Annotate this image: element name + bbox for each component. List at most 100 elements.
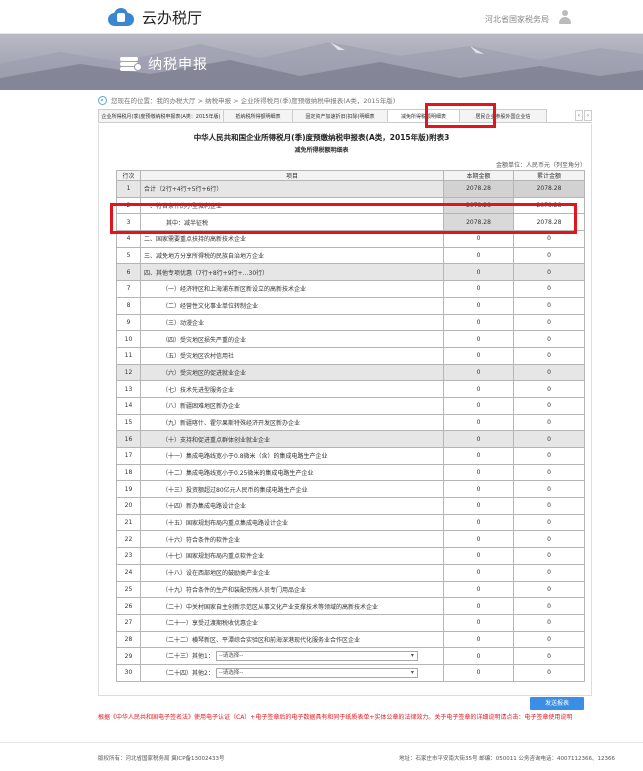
total-amount-cell[interactable]: 0 [513, 396, 585, 415]
row-item: （十二）集成电路线宽小于0.25微米的集成电路生产企业 [140, 463, 444, 482]
e-signature-notice: 根据《中华人民共和国电子签名法》使用电子认证（CA）+电子签章后的电子数据具有和… [98, 714, 573, 721]
row-item: （八）新疆困难地区新办企业 [140, 396, 444, 415]
breadcrumb: 您现在的位置：我的办税大厅 > 纳税申报 > 企业所得税月(季)度预缴纳税申报表… [98, 95, 395, 105]
total-amount-cell[interactable]: 0 [513, 296, 585, 315]
user-icon[interactable] [557, 9, 573, 25]
current-amount-cell[interactable]: 0 [443, 296, 514, 315]
total-amount-cell[interactable]: 0 [513, 647, 585, 665]
current-amount-cell[interactable]: 0 [443, 263, 514, 282]
total-amount-cell[interactable]: 0 [513, 263, 585, 282]
other-type-select[interactable]: --请选择-- [215, 651, 418, 662]
current-amount-cell[interactable]: 0 [443, 597, 514, 615]
current-amount-cell[interactable]: 0 [443, 663, 514, 682]
current-amount-cell[interactable]: 0 [443, 280, 514, 298]
current-amount-cell[interactable]: 0 [443, 513, 514, 532]
row-item-label: （十三）投资额超过80亿元人民币的集成电路生产企业 [162, 486, 308, 494]
current-amount-cell[interactable]: 0 [443, 380, 514, 398]
table-row: 13 （七）技术先进型服务企业 0 0 [116, 380, 585, 398]
total-amount-cell[interactable]: 0 [513, 463, 585, 482]
coin-stack-icon [120, 56, 142, 72]
table-row: 15 （九）新疆喀什、霍尔果斯特殊经济开发区新办企业 0 0 [116, 413, 585, 432]
total-amount-cell[interactable]: 0 [513, 480, 585, 499]
total-amount-cell[interactable]: 0 [513, 430, 585, 448]
total-amount-cell[interactable]: 0 [513, 597, 585, 615]
tab-next-icon[interactable]: › [584, 110, 592, 121]
row-item-label: （七）技术先进型服务企业 [162, 386, 235, 394]
total-amount-cell[interactable]: 0 [513, 363, 585, 382]
current-amount-cell[interactable]: 0 [443, 246, 514, 265]
table-row: 18 （十二）集成电路线宽小于0.25微米的集成电路生产企业 0 0 [116, 463, 585, 482]
current-amount-cell[interactable]: 0 [443, 463, 514, 482]
total-amount-cell[interactable]: 0 [513, 563, 585, 582]
total-amount-cell[interactable]: 0 [513, 246, 585, 265]
footer: 版权所有：河北省国家税务局 冀ICP备13002433号 地址：石家庄市平安南大… [0, 742, 643, 771]
current-amount-cell[interactable]: 0 [443, 563, 514, 582]
tab-scroll-controls: ‹ › [575, 110, 592, 121]
send-report-button[interactable]: 发送报表 [530, 697, 584, 710]
row-item: （十六）符合条件的软件企业 [140, 530, 444, 549]
current-amount-cell[interactable]: 0 [443, 346, 514, 365]
total-amount-cell[interactable]: 0 [513, 547, 585, 565]
current-amount-cell[interactable]: 0 [443, 396, 514, 415]
mountain-background-icon [0, 42, 643, 90]
banner: 纳税申报 [0, 34, 643, 90]
total-amount-cell[interactable]: 0 [513, 497, 585, 515]
current-amount-cell[interactable]: 0 [443, 330, 514, 348]
current-amount-cell[interactable]: 0 [443, 547, 514, 565]
row-item-label: （三）动漫企业 [162, 319, 205, 327]
total-amount-cell[interactable]: 0 [513, 346, 585, 365]
current-amount-cell[interactable]: 0 [443, 630, 514, 649]
total-amount-cell[interactable]: 0 [513, 280, 585, 298]
row-number: 1 [116, 180, 141, 198]
row-item: （十三）投资额超过80亿元人民币的集成电路生产企业 [140, 480, 444, 499]
total-amount-cell[interactable]: 0 [513, 413, 585, 432]
total-amount-cell[interactable]: 0 [513, 513, 585, 532]
currency-unit: 金额单位：人民币元（列至角分） [495, 162, 586, 169]
row-item: （一）经济特区和上海浦东新区新设立的高新技术企业 [140, 280, 444, 298]
current-amount-cell[interactable]: 0 [443, 447, 514, 465]
total-amount-cell[interactable]: 0 [513, 380, 585, 398]
current-amount-cell[interactable]: 0 [443, 413, 514, 432]
current-amount-cell[interactable]: 0 [443, 613, 514, 632]
current-amount-cell[interactable]: 0 [443, 530, 514, 549]
total-amount-cell[interactable]: 0 [513, 530, 585, 549]
total-amount-cell[interactable]: 0 [513, 580, 585, 599]
total-amount-cell[interactable]: 0 [513, 663, 585, 682]
footer-address: 地址：石家庄市平安南大街35号 邮编：050011 公务咨询电话：4007112… [399, 756, 615, 762]
row-number: 9 [116, 313, 141, 332]
current-amount-cell[interactable]: 0 [443, 313, 514, 332]
row-number: 29 [116, 647, 141, 665]
tab-deduction-detail[interactable]: 抵纳税所得额明细表 [223, 109, 293, 122]
table-row: 30（二十四）其他2：--请选择--00 [116, 663, 585, 682]
current-amount-cell[interactable]: 0 [443, 497, 514, 515]
total-amount-cell[interactable]: 0 [513, 613, 585, 632]
cloud-logo-icon [106, 7, 136, 27]
row-item-label: （八）新疆困难地区新办企业 [162, 403, 241, 411]
other-type-select[interactable]: --请选择-- [215, 668, 418, 679]
current-amount-cell[interactable]: 0 [443, 580, 514, 599]
table-row: 8 （二）经营性文化事业单位转制企业 0 0 [116, 296, 585, 315]
total-amount-cell[interactable]: 0 [513, 630, 585, 649]
table-row: 26 （二十）中关村国家自主创新示范区从事文化产业支撑技术等领域的高新技术企业 0 0 [116, 597, 585, 615]
current-amount-cell[interactable]: 0 [443, 363, 514, 382]
table-row: 9 （三）动漫企业 0 0 [116, 313, 585, 332]
total-amount-cell[interactable]: 0 [513, 330, 585, 348]
total-amount-cell[interactable]: 0 [513, 313, 585, 332]
current-amount-cell[interactable]: 0 [443, 430, 514, 448]
total-amount-cell[interactable]: 0 [513, 447, 585, 465]
current-amount-cell[interactable]: 0 [443, 647, 514, 665]
tab-depreciation-detail[interactable]: 固定资产加速折旧(扣除)明细表 [292, 109, 388, 122]
row-item-label: （十九）符合条件的生产和装配伤残人员专门用品企业 [162, 586, 307, 594]
banner-title: 纳税申报 [120, 54, 208, 74]
site-logo[interactable]: 云办税厅 [106, 6, 202, 28]
table-row: 23 （十七）国家规划布局内重点软件企业 0 0 [116, 547, 585, 565]
breadcrumb-text[interactable]: 您现在的位置：我的办税大厅 > 纳税申报 > 企业所得税月(季)度预缴纳税申报表… [111, 95, 395, 105]
table-row: 28 （二十二）横琴新区、平潭综合实验区和前海深港现代化服务业合作区企业 0 0 [116, 630, 585, 649]
current-amount-cell: 2078.28 [443, 180, 514, 198]
row-item-label: 四、其他专项优惠（7行+8行+9行+…30行） [144, 269, 269, 277]
row-item: （四）受灾地区损失严重的企业 [140, 330, 444, 348]
row-item-label: （五）受灾地区农村信用社 [162, 353, 235, 361]
current-amount-cell[interactable]: 0 [443, 480, 514, 499]
tab-main-form[interactable]: 企业所得税月(季)度预缴纳税申报表(A类：2015年版) [98, 109, 224, 122]
tab-prev-icon[interactable]: ‹ [575, 110, 583, 121]
